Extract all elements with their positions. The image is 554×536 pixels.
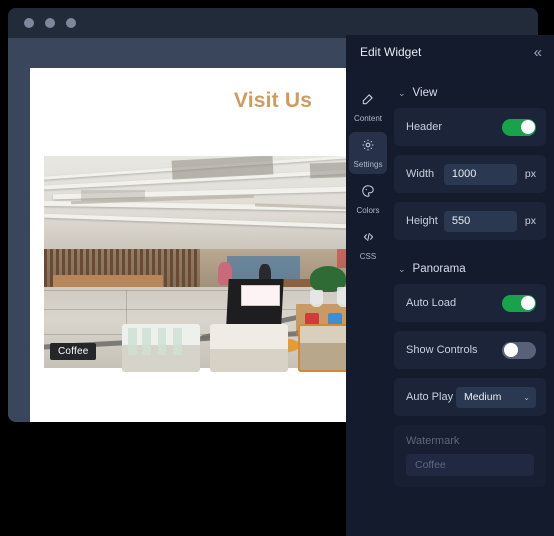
sidebar-item-css-label: CSS [360, 252, 376, 261]
watermark-input[interactable]: Coffee [406, 454, 534, 476]
auto-play-select[interactable]: Medium ⌄ [456, 387, 536, 408]
thumbnail-1[interactable] [122, 324, 200, 372]
sidebar-item-colors-label: Colors [356, 206, 379, 215]
code-icon [361, 230, 376, 249]
edit-icon [361, 92, 375, 111]
auto-play-value: Medium [464, 391, 501, 403]
close-button[interactable] [24, 18, 34, 28]
auto-load-toggle[interactable] [502, 295, 536, 312]
row-header: Header [394, 108, 546, 146]
row-watermark: Watermark Coffee [394, 425, 546, 487]
row-width: Width 1000 px [394, 155, 546, 193]
section-panorama-header[interactable]: ⌄ Panorama [398, 263, 546, 275]
collapse-panel-icon[interactable]: « [534, 45, 542, 60]
row-auto-load: Auto Load [394, 284, 546, 322]
minimize-button[interactable] [45, 18, 55, 28]
window-titlebar [8, 8, 538, 38]
panel-title: Edit Widget [360, 45, 421, 59]
sidebar-item-content[interactable]: Content [349, 86, 387, 128]
thumbnail-2[interactable] [210, 324, 288, 372]
sidebar-item-colors[interactable]: Colors [349, 178, 387, 220]
row-height: Height 550 px [394, 202, 546, 240]
width-input[interactable]: 1000 [444, 164, 517, 185]
sidebar-item-content-label: Content [354, 114, 382, 123]
edit-widget-panel: Edit Widget « Content [346, 35, 554, 536]
row-auto-play: Auto Play Medium ⌄ [394, 378, 546, 416]
settings-fields: ⌄ View Header Width 1000 px [390, 69, 554, 536]
height-input[interactable]: 550 [444, 211, 517, 232]
sidebar-item-css[interactable]: CSS [349, 224, 387, 266]
chevron-down-icon-panorama: ⌄ [398, 264, 406, 275]
auto-play-label: Auto Play [406, 391, 453, 403]
watermark-label: Watermark [406, 435, 534, 447]
width-label: Width [406, 168, 434, 180]
width-unit: px [525, 168, 536, 180]
gear-icon [361, 138, 375, 157]
show-controls-label: Show Controls [406, 344, 478, 356]
thumbnail-strip [122, 324, 376, 372]
section-view-title: View [413, 87, 438, 99]
height-label: Height [406, 215, 438, 227]
row-show-controls: Show Controls [394, 331, 546, 369]
header-label: Header [406, 121, 442, 133]
chevron-down-icon: ⌄ [398, 88, 406, 99]
palette-icon [361, 184, 375, 203]
section-view-header[interactable]: ⌄ View [398, 87, 546, 99]
section-panorama-title: Panorama [413, 263, 466, 275]
zoom-button[interactable] [66, 18, 76, 28]
auto-load-label: Auto Load [406, 297, 456, 309]
panorama-label-badge: Coffee [50, 343, 96, 360]
header-toggle[interactable] [502, 119, 536, 136]
height-unit: px [525, 215, 536, 227]
sidebar-item-settings-label: Settings [354, 160, 383, 169]
sidebar-item-settings[interactable]: Settings [349, 132, 387, 174]
panel-header: Edit Widget « [346, 35, 554, 69]
panel-tab-rail: Content Settings [346, 69, 390, 536]
chevron-down-icon-select: ⌄ [523, 393, 530, 402]
screen: Visit Us [0, 0, 554, 536]
show-controls-toggle[interactable] [502, 342, 536, 359]
